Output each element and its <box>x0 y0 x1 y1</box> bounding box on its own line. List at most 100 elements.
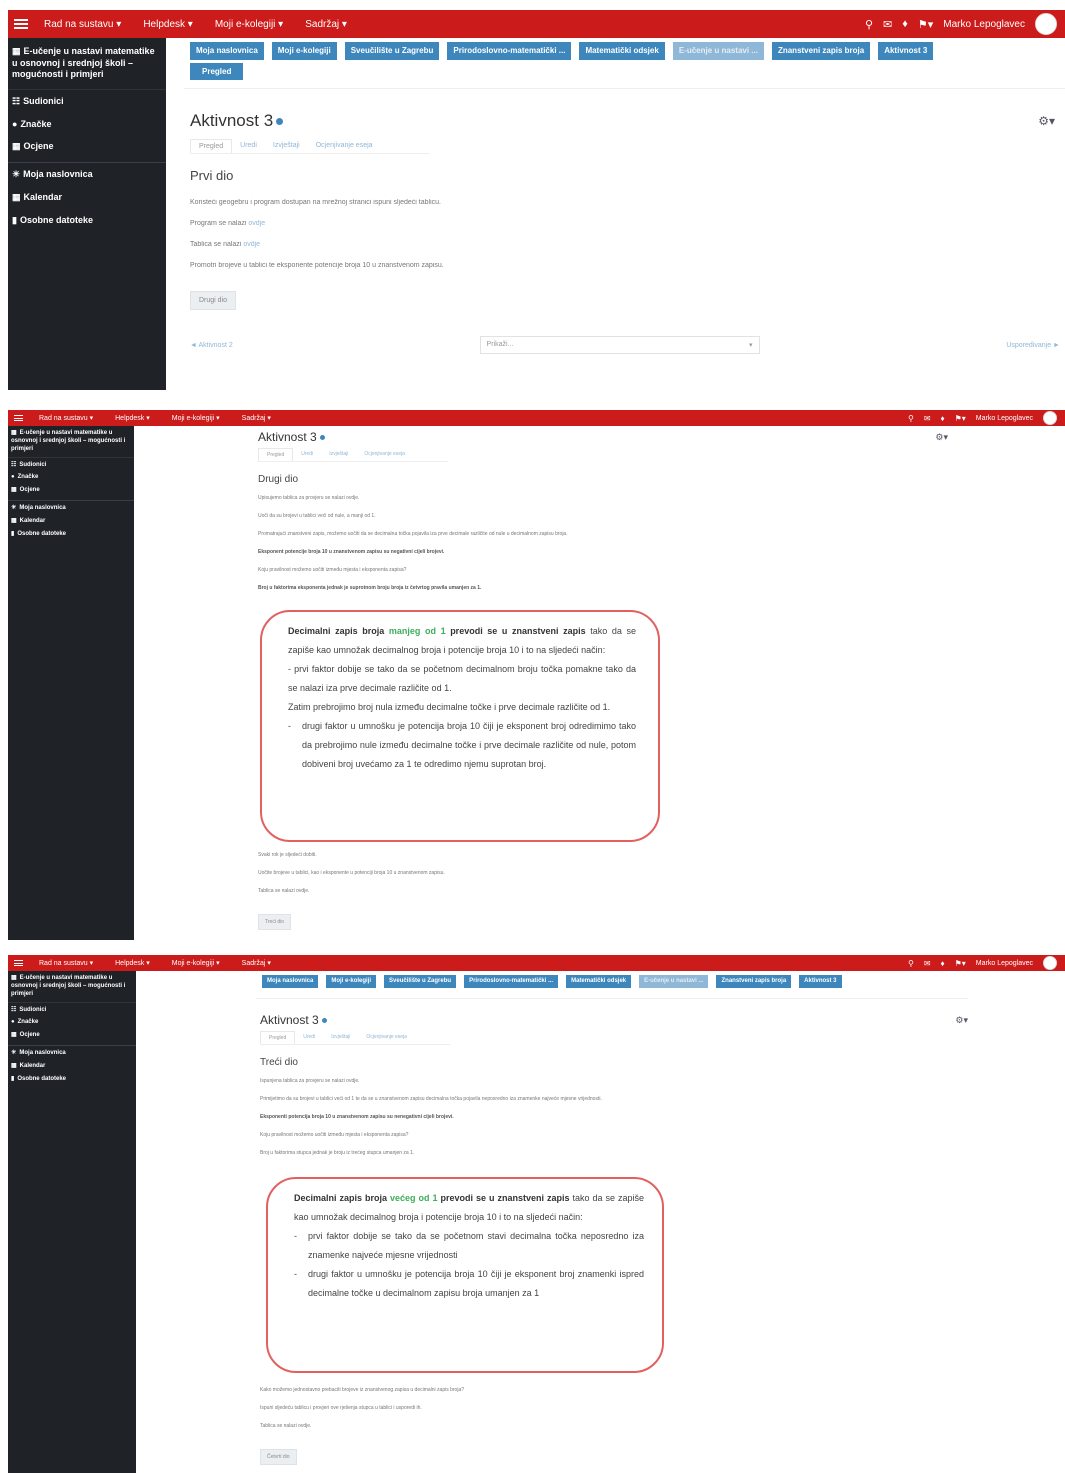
next-activity-link[interactable]: Usporedivanje ► <box>1006 342 1060 349</box>
flag-icon[interactable]: ⚑▾ <box>955 959 966 968</box>
sidebar-item-osobne-datoteke[interactable]: ▮ Osobne datoteke <box>8 1072 136 1085</box>
breadcrumb-item[interactable]: Prirodoslovno-matematički ... <box>464 975 559 988</box>
nav-moji-kolegiji[interactable]: Moji e-kolegiji <box>215 19 283 30</box>
nav-helpdesk[interactable]: Helpdesk <box>115 414 150 422</box>
gear-icon[interactable]: ⚙▾ <box>1038 114 1055 128</box>
notifications-icon[interactable]: ♦ <box>941 959 945 968</box>
breadcrumb-item[interactable]: Sveučilište u Zagrebu <box>344 42 440 60</box>
info-icon[interactable] <box>319 434 325 440</box>
nav-sadrzaj[interactable]: Sadržaj <box>305 19 347 30</box>
tab-ocjenjivanje[interactable]: Ocjenjivanje eseja <box>356 448 413 461</box>
sidebar-item-kalendar[interactable]: ▦ Kalendar <box>8 186 166 209</box>
nav-helpdesk[interactable]: Helpdesk <box>115 959 150 967</box>
breadcrumb-item[interactable]: Matematički odsjek <box>579 42 665 60</box>
sidebar-item-znacke[interactable]: ● Značke <box>8 1016 136 1028</box>
hamburger-menu-icon[interactable] <box>14 17 28 31</box>
breadcrumb-item[interactable]: Aktivnost 3 <box>799 975 842 988</box>
link[interactable]: ovdje <box>243 241 260 248</box>
messages-icon[interactable]: ✉ <box>924 414 931 423</box>
sidebar-item-ocjene[interactable]: ▦ Ocjene <box>8 1028 136 1041</box>
sidebar-item-znacke[interactable]: ● Značke <box>8 471 134 483</box>
pregled-button[interactable]: Pregled <box>190 63 244 80</box>
jump-to-select[interactable]: Prikaži... ▾ <box>479 336 760 354</box>
sidebar-item-ocjene[interactable]: ▦ Ocjene <box>8 483 134 496</box>
tab-ocjenjivanje[interactable]: Ocjenjivanje eseja <box>358 1031 415 1044</box>
dashboard-icon: ☀ <box>11 505 17 512</box>
breadcrumb-item[interactable]: Moja naslovnica <box>190 42 264 60</box>
sidebar-item-osobne-datoteke[interactable]: ▮ Osobne datoteke <box>8 209 166 232</box>
sidebar-course-link[interactable]: ▦ E-učenje u nastavi matematike u osnovno… <box>8 38 166 91</box>
gear-icon[interactable]: ⚙▾ <box>935 432 948 443</box>
sidebar-item-kalendar[interactable]: ▦ Kalendar <box>8 514 134 527</box>
next-part-button[interactable]: Drugi dio <box>190 291 237 310</box>
tab-pregled[interactable]: Pregled <box>260 1031 296 1044</box>
user-name[interactable]: Marko Lepoglavec <box>943 19 1025 30</box>
avatar[interactable] <box>1043 956 1057 970</box>
sidebar-item-sudionici[interactable]: ☷ Sudionici <box>8 458 134 471</box>
breadcrumb-item[interactable]: E-učenje u nastavi ... <box>639 975 709 988</box>
sidebar-item-moja-naslovnica[interactable]: ☀ Moja naslovnica <box>8 500 134 514</box>
flag-icon[interactable]: ⚑▾ <box>955 414 966 423</box>
breadcrumb-item[interactable]: Moja naslovnica <box>262 975 319 988</box>
info-icon[interactable] <box>321 1017 327 1023</box>
notifications-icon[interactable]: ♦ <box>902 18 908 30</box>
search-icon[interactable]: ⚲ <box>908 959 914 968</box>
tab-uredi[interactable]: Uredi <box>232 139 265 153</box>
sidebar-item-sudionici[interactable]: ☷ Sudionici <box>8 1003 136 1016</box>
breadcrumb-item[interactable]: Moji e-kolegiji <box>271 42 337 60</box>
tab-pregled[interactable]: Pregled <box>258 448 294 461</box>
sidebar-course-link[interactable]: ▦ E-učenje u nastavi matematike u osnovno… <box>8 426 134 459</box>
breadcrumb-item[interactable]: Sveučilište u Zagrebu <box>384 975 457 988</box>
user-name[interactable]: Marko Lepoglavec <box>976 960 1033 967</box>
hamburger-menu-icon[interactable] <box>14 959 23 968</box>
breadcrumb-item[interactable]: Prirodoslovno-matematički ... <box>447 42 572 60</box>
tab-izvjestaji[interactable]: Izvještaji <box>321 448 356 461</box>
hamburger-menu-icon[interactable] <box>14 414 23 423</box>
nav-sadrzaj[interactable]: Sadržaj <box>242 959 271 967</box>
flag-icon[interactable]: ⚑▾ <box>918 18 933 31</box>
sidebar-item-znacke[interactable]: ● Značke <box>8 113 166 135</box>
sidebar-item-sudionici[interactable]: ☷ Sudionici <box>8 90 166 113</box>
tab-uredi[interactable]: Uredi <box>293 448 321 461</box>
breadcrumb-item[interactable]: Matematički odsjek <box>566 975 632 988</box>
sidebar-item-osobne-datoteke[interactable]: ▮ Osobne datoteke <box>8 527 134 540</box>
nav-moji-kolegiji[interactable]: Moji e-kolegiji <box>172 414 220 422</box>
sidebar-course-link[interactable]: ▦ E-učenje u nastavi matematike u osnovno… <box>8 971 136 1004</box>
nav-moji-kolegiji[interactable]: Moji e-kolegiji <box>172 959 220 967</box>
notifications-icon[interactable]: ♦ <box>941 414 945 423</box>
gear-icon[interactable]: ⚙▾ <box>955 1015 968 1026</box>
link[interactable]: ovdje <box>248 220 265 227</box>
nav-rad-na-sustavu[interactable]: Rad na sustavu <box>39 414 93 422</box>
callout-bullet: - prvi faktor dobije se tako da se počet… <box>288 664 636 693</box>
tab-pregled[interactable]: Pregled <box>190 139 233 153</box>
breadcrumb-item[interactable]: Znanstveni zapis broja <box>716 975 792 988</box>
nav-sadrzaj[interactable]: Sadržaj <box>242 414 271 422</box>
search-icon[interactable]: ⚲ <box>908 414 914 423</box>
prev-activity-link[interactable]: ◄ Aktivnost 2 <box>190 342 233 349</box>
next-part-button[interactable]: Četvrti dio <box>260 1449 297 1465</box>
breadcrumb-item[interactable]: Aktivnost 3 <box>878 42 934 60</box>
avatar[interactable] <box>1035 13 1057 35</box>
sidebar-item-ocjene[interactable]: ▦ Ocjene <box>8 135 166 158</box>
nav-rad-na-sustavu[interactable]: Rad na sustavu <box>44 19 121 30</box>
breadcrumb-item[interactable]: Znanstveni zapis broja <box>771 42 871 60</box>
tab-izvjestaji[interactable]: Izvještaji <box>265 139 308 153</box>
breadcrumb-item[interactable]: E-učenje u nastavi ... <box>672 42 764 60</box>
tab-izvjestaji[interactable]: Izvještaji <box>323 1031 358 1044</box>
search-icon[interactable]: ⚲ <box>865 18 873 31</box>
calendar-icon: ▦ <box>11 518 17 525</box>
avatar[interactable] <box>1043 411 1057 425</box>
info-icon[interactable] <box>276 117 284 125</box>
messages-icon[interactable]: ✉ <box>924 959 931 968</box>
sidebar-item-kalendar[interactable]: ▦ Kalendar <box>8 1059 136 1072</box>
sidebar-item-moja-naslovnica[interactable]: ☀ Moja naslovnica <box>8 1045 136 1059</box>
next-part-button[interactable]: Treći dio <box>258 914 291 930</box>
nav-helpdesk[interactable]: Helpdesk <box>143 19 193 30</box>
tab-ocjenjivanje[interactable]: Ocjenjivanje eseja <box>308 139 381 153</box>
nav-rad-na-sustavu[interactable]: Rad na sustavu <box>39 959 93 967</box>
messages-icon[interactable]: ✉ <box>883 18 892 31</box>
breadcrumb-item[interactable]: Moji e-kolegiji <box>326 975 377 988</box>
tab-uredi[interactable]: Uredi <box>295 1031 323 1044</box>
user-name[interactable]: Marko Lepoglavec <box>976 415 1033 422</box>
sidebar-item-moja-naslovnica[interactable]: ☀ Moja naslovnica <box>8 162 166 186</box>
